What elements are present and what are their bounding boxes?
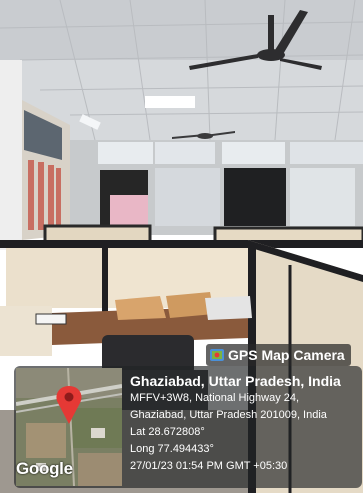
- city-line: Ghaziabad, Uttar Pradesh, India: [130, 373, 341, 389]
- latitude: Lat 28.672808°: [130, 426, 205, 438]
- map-attribution: Google: [16, 459, 73, 478]
- location-details: Ghaziabad, Uttar Pradesh, India MFFV+3W8…: [130, 372, 362, 475]
- badge-label: GPS Map Camera: [228, 347, 345, 363]
- photo-frame: GPS Map Camera Google Ghaziabad, Uttar P…: [0, 0, 363, 493]
- location-overlay: Google Ghaziabad, Uttar Pradesh, India M…: [14, 366, 362, 488]
- address-line-2: Ghaziabad, Uttar Pradesh 201009, India: [130, 409, 327, 421]
- address-line-1: MFFV+3W8, National Highway 24,: [130, 392, 300, 404]
- map-camera-icon: [210, 349, 224, 361]
- timestamp: 27/01/23 01:54 PM GMT +05:30: [130, 460, 288, 472]
- longitude: Long 77.494433°: [130, 443, 214, 455]
- gps-badge: GPS Map Camera: [206, 344, 351, 366]
